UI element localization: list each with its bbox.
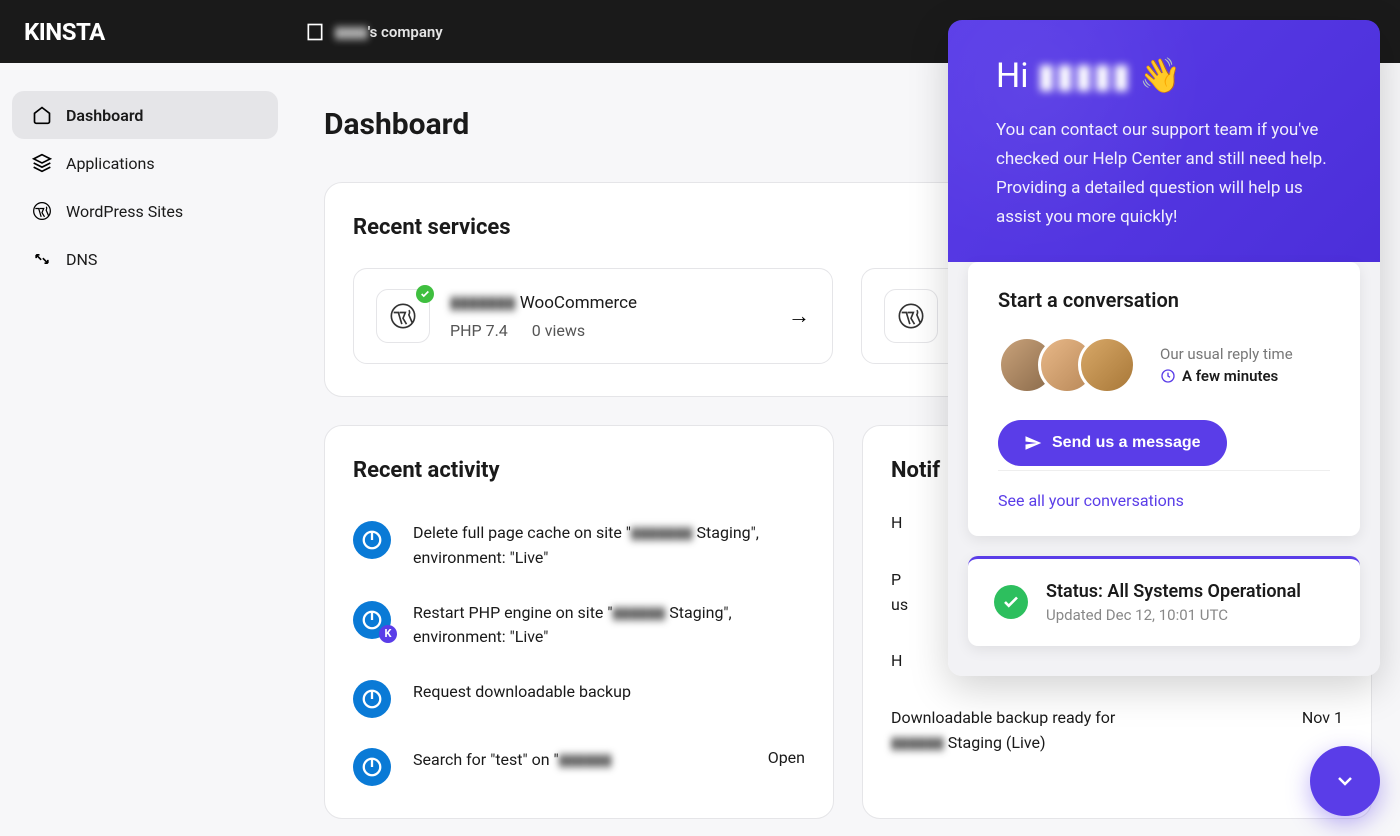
- sidebar-item-dns[interactable]: DNS: [12, 235, 278, 283]
- brand-logo: KINSTA: [24, 18, 105, 46]
- support-fab-button[interactable]: [1310, 746, 1380, 816]
- send-message-button[interactable]: Send us a message: [998, 420, 1227, 466]
- activity-avatar: [353, 748, 391, 786]
- status-title: Status: All Systems Operational: [1046, 581, 1301, 602]
- company-selector[interactable]: ▮▮▮▮'s company: [305, 22, 443, 42]
- sidebar: Dashboard Applications WordPress Sites D…: [0, 63, 290, 311]
- clock-icon: [1160, 368, 1176, 384]
- activity-status-badge: Open: [756, 748, 805, 767]
- wordpress-icon: [897, 302, 925, 330]
- see-all-conversations: See all your conversations: [998, 470, 1330, 510]
- see-all-link[interactable]: See all your conversations: [998, 491, 1184, 510]
- send-icon: [1024, 434, 1042, 452]
- support-widget: Hi ▮▮▮▮▮ 👋 You can contact our support t…: [948, 20, 1380, 676]
- status-subtitle: Updated Dec 12, 10:01 UTC: [1046, 606, 1301, 624]
- dns-icon: [32, 249, 52, 269]
- start-conversation-card: Start a conversation Our usual reply tim…: [968, 262, 1360, 536]
- sidebar-item-dashboard[interactable]: Dashboard: [12, 91, 278, 139]
- card-title: Recent activity: [353, 458, 805, 483]
- check-circle-icon: [994, 585, 1028, 619]
- support-description: You can contact our support team if you'…: [996, 116, 1332, 232]
- activity-avatar: K: [353, 601, 391, 639]
- conversation-title: Start a conversation: [998, 288, 1330, 312]
- check-badge-icon: [416, 285, 434, 303]
- activity-item[interactable]: Search for "test" on "▮▮▮▮▮▮ Open: [353, 748, 805, 786]
- activity-text: Request downloadable backup: [413, 680, 631, 705]
- sidebar-item-label: Dashboard: [66, 106, 143, 125]
- activity-text: Restart PHP engine on site "▮▮▮▮▮▮ Stagi…: [413, 601, 805, 651]
- k-badge-icon: K: [379, 625, 397, 643]
- activity-item[interactable]: Delete full page cache on site "▮▮▮▮▮▮▮ …: [353, 521, 805, 571]
- activity-avatar: [353, 521, 391, 559]
- activity-item[interactable]: K Restart PHP engine on site "▮▮▮▮▮▮ Sta…: [353, 601, 805, 651]
- sidebar-item-label: WordPress Sites: [66, 202, 183, 221]
- sidebar-item-label: DNS: [66, 250, 97, 269]
- service-info: ▮▮▮▮▮▮▮ WooCommerce PHP 7.40 views: [450, 293, 768, 340]
- notification-date: Nov 1: [1302, 706, 1343, 731]
- layers-icon: [32, 153, 52, 173]
- sidebar-item-wordpress[interactable]: WordPress Sites: [12, 187, 278, 235]
- service-item[interactable]: ▮▮▮▮▮▮▮ WooCommerce PHP 7.40 views →: [353, 268, 833, 364]
- notification-item[interactable]: Downloadable backup ready for ▮▮▮▮▮▮ Sta…: [891, 706, 1343, 756]
- sidebar-item-label: Applications: [66, 154, 155, 173]
- home-icon: [32, 105, 52, 125]
- wordpress-icon: [32, 201, 52, 221]
- support-greeting: Hi ▮▮▮▮▮ 👋: [996, 56, 1332, 96]
- avatar: [1078, 336, 1136, 394]
- activity-text: Search for "test" on "▮▮▮▮▮▮: [413, 748, 612, 773]
- building-icon: [305, 22, 325, 42]
- sidebar-item-applications[interactable]: Applications: [12, 139, 278, 187]
- wordpress-icon: [389, 302, 417, 330]
- reply-time-info: Our usual reply time A few minutes: [1160, 345, 1293, 385]
- activity-item[interactable]: Request downloadable backup: [353, 680, 805, 718]
- chevron-down-icon: [1333, 769, 1357, 793]
- recent-activity-card: Recent activity Delete full page cache o…: [324, 425, 834, 819]
- activity-avatar: [353, 680, 391, 718]
- service-platform-badge: [884, 289, 938, 343]
- service-platform-badge: [376, 289, 430, 343]
- system-status-card[interactable]: Status: All Systems Operational Updated …: [968, 556, 1360, 646]
- agent-avatars: [998, 336, 1136, 394]
- activity-text: Delete full page cache on site "▮▮▮▮▮▮▮ …: [413, 521, 805, 571]
- arrow-right-icon: →: [788, 303, 810, 329]
